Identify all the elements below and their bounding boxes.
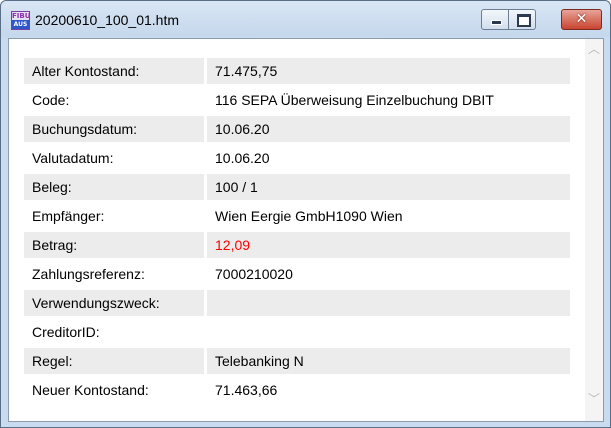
scroll-down-icon[interactable]: ﹀ xyxy=(585,391,603,407)
row-value: Telebanking N xyxy=(207,348,570,374)
row-value: 71.475,75 xyxy=(207,58,570,84)
row-label: Neuer Kontostand: xyxy=(32,382,149,398)
table-row: Zahlungsreferenz: 7000210020 xyxy=(24,261,570,287)
vertical-scrollbar[interactable]: ︿ ﹀ xyxy=(585,39,603,421)
table-row: Code: 116 SEPA Überweisung Einzelbuchung… xyxy=(24,87,570,113)
table-row: Valutadatum: 10.06.20 xyxy=(24,145,570,171)
minimize-button[interactable] xyxy=(481,9,509,30)
maximize-button[interactable] xyxy=(508,9,536,30)
window-title: 20200610_100_01.htm xyxy=(35,12,180,28)
row-label: Buchungsdatum: xyxy=(24,116,204,142)
table-row: Betrag: 12,09 xyxy=(24,232,570,258)
row-label: Betrag: xyxy=(24,232,204,258)
maximize-icon xyxy=(517,14,531,27)
table-row: Verwendungszweck: xyxy=(24,290,570,316)
table-row: Buchungsdatum: 10.06.20 xyxy=(24,116,570,142)
app-icon[interactable]: FIBU AUS xyxy=(11,11,30,30)
app-window: FIBU AUS 20200610_100_01.htm ✕ Alter Kon… xyxy=(0,0,611,428)
minimize-icon xyxy=(491,20,502,25)
table-row: CreditorID: xyxy=(24,319,570,345)
row-label: Zahlungsreferenz: xyxy=(32,266,145,282)
booking-details-table: Alter Kontostand: 71.475,75 Code: 116 SE… xyxy=(24,55,570,406)
row-value: 7000210020 xyxy=(215,266,293,282)
row-label: Empfänger: xyxy=(32,208,105,224)
close-button[interactable]: ✕ xyxy=(561,9,602,30)
row-value: Wien Eergie GmbH1090 Wien xyxy=(215,208,403,224)
row-label: Valutadatum: xyxy=(32,150,114,166)
close-icon: ✕ xyxy=(575,11,588,27)
app-icon-bottom-text: AUS xyxy=(12,20,29,29)
row-value: 116 SEPA Überweisung Einzelbuchung DBIT xyxy=(215,92,494,108)
row-label: Regel: xyxy=(24,348,204,374)
row-label: Beleg: xyxy=(24,174,204,200)
row-label: CreditorID: xyxy=(32,324,100,340)
scroll-up-icon[interactable]: ︿ xyxy=(585,41,603,57)
row-value: 100 / 1 xyxy=(207,174,570,200)
table-row: Beleg: 100 / 1 xyxy=(24,174,570,200)
row-label: Verwendungszweck: xyxy=(24,290,204,316)
amount-value: 12,09 xyxy=(207,232,570,258)
row-value: 71.463,66 xyxy=(215,382,278,398)
row-value xyxy=(207,319,570,345)
table-row: Empfänger: Wien Eergie GmbH1090 Wien xyxy=(24,203,570,229)
row-label: Code: xyxy=(32,92,70,108)
table-row: Alter Kontostand: 71.475,75 xyxy=(24,58,570,84)
row-value: 10.06.20 xyxy=(215,150,270,166)
row-label: Alter Kontostand: xyxy=(24,58,204,84)
row-value xyxy=(207,290,570,316)
document-view[interactable]: Alter Kontostand: 71.475,75 Code: 116 SE… xyxy=(8,38,604,422)
title-bar[interactable]: FIBU AUS 20200610_100_01.htm ✕ xyxy=(1,1,610,37)
table-row: Neuer Kontostand: 71.463,66 xyxy=(24,377,570,403)
row-value: 10.06.20 xyxy=(207,116,570,142)
table-row: Regel: Telebanking N xyxy=(24,348,570,374)
